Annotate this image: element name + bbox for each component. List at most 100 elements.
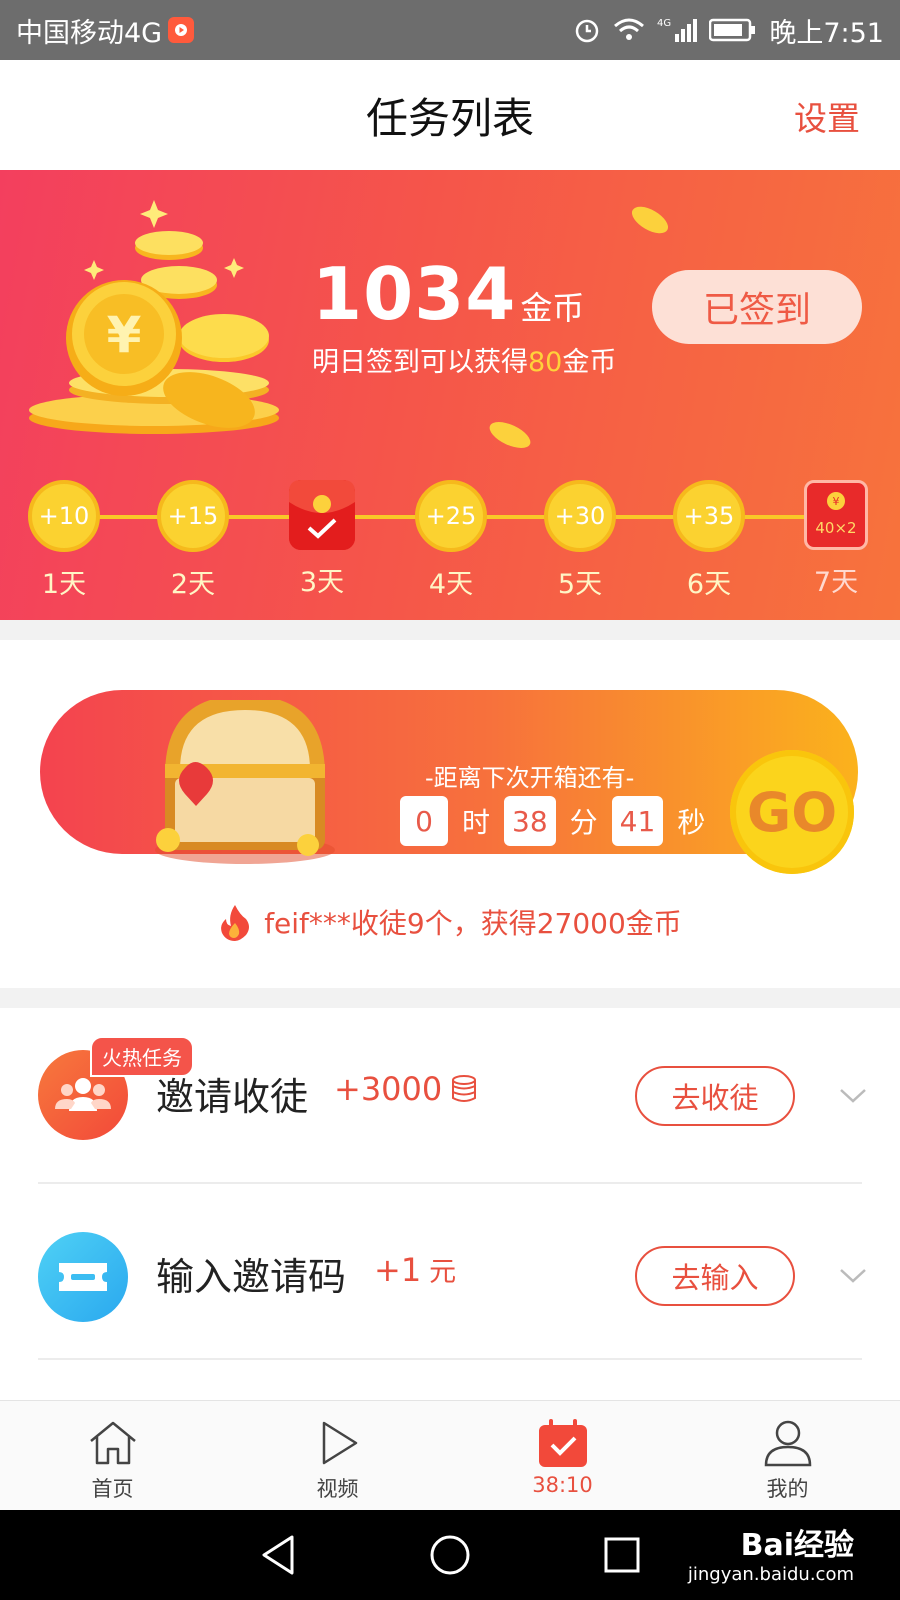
tab-home-label: 首页: [91, 1477, 134, 1501]
red-envelope-icon: ¥ 40×2: [804, 480, 868, 550]
task-reward-amount: +3000: [334, 1070, 443, 1108]
home-circle-icon[interactable]: [428, 1533, 472, 1577]
task-reward-amount: +1: [374, 1250, 422, 1289]
day-1-label: 1天: [41, 569, 87, 600]
day-1: +10 1天: [24, 480, 104, 601]
task-enter-invite-code[interactable]: 输入邀请码 +1 元 去输入: [0, 1184, 900, 1360]
day-2-label: 2天: [170, 569, 216, 600]
countdown-title: -距离下次开箱还有-: [425, 764, 635, 792]
tab-me[interactable]: 我的: [675, 1401, 900, 1510]
bottom-tab-bar: 首页 视频 38:10 我的: [0, 1400, 900, 1510]
svg-text:4G: 4G: [657, 18, 671, 29]
person-icon: [764, 1420, 811, 1467]
day-5-reward: +30: [544, 480, 616, 552]
signin-banner: ¥ 1034 金币 明日签到可以获得80金币 已签到 +10 1天 +15 2天…: [0, 170, 900, 620]
invite-apprentice-button[interactable]: 去收徒: [635, 1066, 795, 1126]
task-reward: +1 元: [374, 1250, 456, 1289]
minutes-unit: 分: [569, 806, 598, 839]
seconds-unit: 秒: [677, 806, 706, 839]
carrier-label: 中国移动4G: [16, 17, 163, 49]
ticket-icon: [38, 1232, 128, 1322]
task-name: 邀请收徒: [156, 1075, 309, 1119]
day-7: ¥ 40×2 7天: [796, 480, 876, 599]
task-reward: +3000: [334, 1070, 478, 1108]
calendar-check-icon: [538, 1419, 587, 1467]
watermark-brand: Bai经验: [740, 1528, 854, 1563]
coin-balance: 1034 金币: [312, 252, 584, 336]
day-5: +30 5天: [540, 480, 620, 601]
play-icon: [322, 1421, 357, 1465]
day-1-reward: +10: [28, 480, 100, 552]
task-name: 输入邀请码: [156, 1255, 347, 1299]
tab-tasks-label: 38:10: [532, 1473, 593, 1497]
day-4: +25 4天: [411, 480, 491, 601]
news-text: feif***收徒9个，获得27000金币: [264, 907, 682, 940]
day-6: +35 6天: [669, 480, 749, 601]
coin-balance-value: 1034: [312, 252, 517, 336]
tab-video-label: 视频: [316, 1477, 359, 1501]
coin-stack-icon: [452, 1075, 477, 1102]
tab-home[interactable]: 首页: [0, 1401, 225, 1510]
settings-link[interactable]: 设置: [794, 92, 860, 140]
carrier-group: 中国移动4G: [16, 11, 195, 50]
tab-tasks[interactable]: 38:10: [450, 1401, 675, 1510]
hours-unit: 时: [462, 806, 491, 839]
fire-icon: [221, 905, 250, 941]
tab-me-label: 我的: [766, 1477, 809, 1501]
enter-invite-code-button[interactable]: 去输入: [635, 1246, 795, 1306]
invite-news-ticker: feif***收徒9个，获得27000金币: [0, 902, 900, 942]
alarm-icon: [576, 19, 599, 43]
chevron-down-icon[interactable]: [838, 1266, 868, 1286]
task-list: 火热任务 邀请收徒 +3000 去收徒 输入邀请码 +1 元 去输入: [0, 1008, 900, 1400]
signed-in-button[interactable]: 已签到: [652, 270, 862, 344]
tomorrow-hint: 明日签到可以获得80金币: [312, 340, 616, 379]
recents-icon[interactable]: [602, 1535, 642, 1575]
svg-text:¥: ¥: [833, 495, 840, 508]
day-4-label: 4天: [428, 569, 474, 600]
day-6-reward: +35: [673, 480, 745, 552]
battery-icon: [709, 18, 756, 42]
day-3: 3天: [282, 480, 362, 599]
gold-coins-illustration: ¥: [29, 200, 279, 434]
countdown-minutes: 38: [504, 796, 556, 846]
go-button[interactable]: GO: [730, 750, 854, 874]
back-icon[interactable]: [258, 1533, 298, 1577]
app-notification-icon: [168, 17, 195, 43]
countdown-hours: 0: [400, 796, 448, 846]
tab-video[interactable]: 视频: [225, 1401, 450, 1510]
signed-check-icon: [289, 480, 355, 550]
day-7-reward: 40×2: [815, 519, 857, 537]
treasure-chest-card: -距离下次开箱还有- 0 时 38 分 41 秒 GO feif***收徒9个，…: [0, 640, 900, 988]
day-4-reward: +25: [415, 480, 487, 552]
floating-coin-decoration: [631, 206, 669, 234]
signin-timeline: +10 1天 +15 2天 3天 +25 4天 +30 5天 +35 6天 ¥: [0, 470, 900, 610]
day-2-reward: +15: [157, 480, 229, 552]
countdown-timer: 0 时 38 分 41 秒: [400, 796, 705, 846]
task-reward-unit: 元: [429, 1257, 457, 1288]
home-icon: [89, 1421, 136, 1465]
day-5-label: 5天: [557, 569, 603, 600]
clock-label: 晚上7:51: [769, 17, 884, 49]
wifi-icon: [614, 18, 645, 40]
chest-countdown-banner[interactable]: -距离下次开箱还有- 0 时 38 分 41 秒 GO: [40, 690, 858, 874]
hint-amount: 80: [528, 347, 563, 378]
floating-coin-decoration: [489, 422, 531, 448]
treasure-chest-icon: [155, 700, 335, 864]
day-7-label: 7天: [813, 567, 859, 598]
chevron-down-icon[interactable]: [838, 1086, 868, 1106]
coin-balance-unit: 金币: [520, 289, 585, 327]
status-bar: 中国移动4G 4G 晚上7:51: [0, 0, 900, 60]
system-nav-bar: Bai经验 jingyan.baidu.com: [0, 1510, 900, 1600]
hint-prefix: 明日签到可以获得: [312, 347, 528, 378]
status-icons: 4G 晚上7:51: [573, 11, 884, 50]
hint-suffix: 金币: [562, 347, 617, 378]
svg-text:¥: ¥: [107, 306, 142, 364]
day-3-label: 3天: [299, 567, 345, 598]
countdown-seconds: 41: [611, 796, 664, 846]
page-title: 任务列表: [365, 93, 534, 143]
task-invite-apprentice[interactable]: 火热任务 邀请收徒 +3000 去收徒: [0, 1008, 900, 1184]
signal-icon: 4G: [657, 18, 698, 42]
day-6-label: 6天: [686, 569, 732, 600]
page-header: 任务列表 设置: [0, 60, 900, 170]
baidu-jingyan-watermark: Bai经验 jingyan.baidu.com: [688, 1520, 854, 1585]
